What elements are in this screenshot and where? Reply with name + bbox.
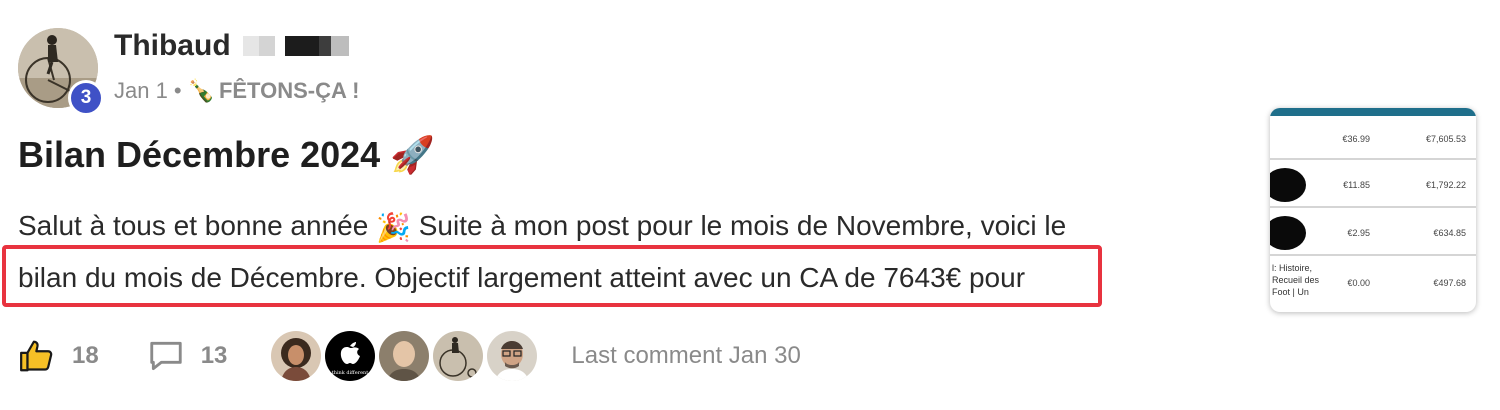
rocket-icon: 🚀 [390, 134, 436, 175]
redaction-blob [1270, 216, 1306, 250]
thumbnail-total: €7,605.53 [1425, 134, 1466, 144]
community-post: 3 Thibaud Jan 1 • 🍾 FÊTONS-ÇA ! Bilan Dé… [0, 0, 1500, 410]
thumbnail-row: €11.85 €1,792.22 [1270, 160, 1476, 208]
thumbnail-value: €0.00 [1347, 278, 1370, 288]
party-popper-icon: 🎉 [376, 211, 411, 243]
avatar-woman-curly-hair-icon [271, 331, 322, 381]
thumbnail-total: €1,792.22 [1425, 180, 1466, 190]
meta-separator: • [173, 78, 182, 103]
post-footer: 18 13 think different Last comment Jan 3… [18, 330, 801, 382]
avatar-apple-logo-icon: think different [325, 331, 376, 381]
author-avatar[interactable]: 3 [18, 28, 104, 116]
post-meta: Jan 1 • 🍾 FÊTONS-ÇA ! [114, 76, 360, 106]
comment-button[interactable]: 13 [147, 338, 228, 374]
author-name[interactable]: Thibaud [114, 29, 231, 63]
avatar-man-glasses-icon [487, 331, 538, 381]
category-label: FÊTONS-ÇA ! [218, 78, 360, 103]
thumbnail-value: €36.99 [1342, 134, 1370, 144]
like-button[interactable]: 18 [18, 337, 99, 375]
svg-text:think different: think different [332, 370, 369, 376]
redacted-surname [242, 36, 349, 56]
post-title-text: Bilan Décembre 2024 [18, 134, 381, 175]
thumbnail-header-bar [1270, 108, 1476, 116]
thumbnail-value: €11.85 [1343, 180, 1370, 190]
last-comment-date: Last comment Jan 30 [571, 342, 801, 369]
post-title[interactable]: Bilan Décembre 2024 🚀 [18, 130, 435, 180]
thumbnail-product-label: l: Histoire, Recueil des Foot | Un [1272, 263, 1320, 297]
redaction-blob [1270, 168, 1306, 202]
thumbs-up-icon [20, 340, 53, 372]
post-image-thumbnail[interactable]: €36.99 €7,605.53 €11.85 €1,792.22 €2.95 … [1270, 108, 1476, 312]
body-line-1-start: Salut à tous et bonne année [18, 210, 369, 241]
body-line-1: Salut à tous et bonne année 🎉 Suite à mo… [18, 200, 1218, 252]
post-date[interactable]: Jan 1 [114, 78, 168, 104]
champagne-icon: 🍾 [187, 78, 215, 103]
author-row: Thibaud [114, 28, 349, 64]
thumbnail-row: l: Histoire, Recueil des Foot | Un €0.00… [1270, 256, 1476, 312]
thumbnail-total: €634.85 [1433, 228, 1466, 238]
avatar-bald-man-icon [379, 331, 430, 381]
participant-avatars[interactable]: think different [271, 331, 541, 381]
avatar-penny-farthing-icon [433, 331, 484, 381]
thumbnail-row: €36.99 €7,605.53 [1270, 116, 1476, 160]
comment-count: 13 [200, 342, 228, 369]
post-body-preview[interactable]: Salut à tous et bonne année 🎉 Suite à mo… [18, 200, 1218, 304]
thumbnail-row: €2.95 €634.85 [1270, 208, 1476, 256]
body-line-2: bilan du mois de Décembre. Objectif larg… [18, 262, 1026, 293]
thumbnail-value: €2.95 [1347, 228, 1370, 238]
comment-bubble-icon [150, 341, 182, 371]
level-badge: 3 [68, 80, 104, 116]
like-count: 18 [72, 342, 99, 369]
thumbnail-total: €497.68 [1433, 278, 1466, 288]
body-line-1-end: Suite à mon post pour le mois de Novembr… [418, 210, 1067, 241]
category-link[interactable]: 🍾 FÊTONS-ÇA ! [188, 78, 360, 104]
